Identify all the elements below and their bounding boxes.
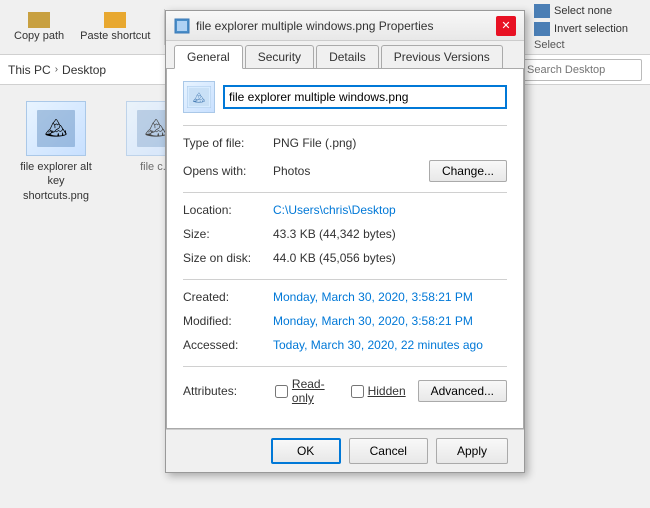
dialog-icon bbox=[174, 18, 190, 34]
file-name-input[interactable] bbox=[223, 85, 507, 109]
attributes-label: Attributes: bbox=[183, 384, 263, 398]
dialog-overlay: file explorer multiple windows.png Prope… bbox=[0, 0, 650, 508]
prop-row-accessed: Accessed: Today, March 30, 2020, 22 minu… bbox=[183, 338, 507, 356]
dialog-title: file explorer multiple windows.png Prope… bbox=[196, 19, 496, 33]
modified-label: Modified: bbox=[183, 314, 273, 332]
readonly-label: Read-only bbox=[292, 377, 339, 405]
size-value: 43.3 KB (44,342 bytes) bbox=[273, 227, 396, 245]
accessed-value: Today, March 30, 2020, 22 minutes ago bbox=[273, 338, 483, 356]
tab-previous-versions[interactable]: Previous Versions bbox=[381, 45, 503, 68]
dialog-close-button[interactable]: ✕ bbox=[496, 16, 516, 36]
tab-details[interactable]: Details bbox=[316, 45, 379, 68]
divider-3 bbox=[183, 279, 507, 280]
prop-row-size: Size: 43.3 KB (44,342 bytes) bbox=[183, 227, 507, 245]
readonly-checkbox[interactable] bbox=[275, 385, 288, 398]
size-on-disk-value: 44.0 KB (45,056 bytes) bbox=[273, 251, 396, 269]
dialog-titlebar: file explorer multiple windows.png Prope… bbox=[166, 11, 524, 41]
hidden-checkbox[interactable] bbox=[351, 385, 364, 398]
divider-2 bbox=[183, 192, 507, 193]
opens-with-label: Opens with: bbox=[183, 164, 273, 178]
type-value: PNG File (.png) bbox=[273, 136, 356, 154]
apply-button[interactable]: Apply bbox=[436, 438, 508, 464]
svg-text:🏔: 🏔 bbox=[193, 92, 206, 104]
prop-row-opens-with: Opens with: Photos Change... bbox=[183, 160, 507, 182]
location-value[interactable]: C:\Users\chris\Desktop bbox=[273, 203, 396, 221]
properties-dialog: file explorer multiple windows.png Prope… bbox=[165, 10, 525, 473]
dialog-tabs: General Security Details Previous Versio… bbox=[166, 41, 524, 69]
hidden-label: Hidden bbox=[368, 384, 406, 398]
advanced-button[interactable]: Advanced... bbox=[418, 380, 507, 402]
change-button[interactable]: Change... bbox=[429, 160, 507, 182]
prop-row-location: Location: C:\Users\chris\Desktop bbox=[183, 203, 507, 221]
file-header: 🏔 bbox=[183, 81, 507, 113]
size-label: Size: bbox=[183, 227, 273, 245]
attributes-row: Attributes: Read-only Hidden Advanced... bbox=[183, 377, 507, 405]
prop-row-size-on-disk: Size on disk: 44.0 KB (45,056 bytes) bbox=[183, 251, 507, 269]
prop-row-modified: Modified: Monday, March 30, 2020, 3:58:2… bbox=[183, 314, 507, 332]
type-label: Type of file: bbox=[183, 136, 273, 154]
accessed-label: Accessed: bbox=[183, 338, 273, 356]
size-on-disk-label: Size on disk: bbox=[183, 251, 273, 269]
hidden-checkbox-group[interactable]: Hidden bbox=[351, 384, 406, 398]
divider-4 bbox=[183, 366, 507, 367]
dialog-footer: OK Cancel Apply bbox=[166, 429, 524, 472]
opens-with-value: Photos bbox=[273, 164, 310, 178]
location-label: Location: bbox=[183, 203, 273, 221]
ok-button[interactable]: OK bbox=[271, 438, 341, 464]
file-header-icon: 🏔 bbox=[183, 81, 215, 113]
created-label: Created: bbox=[183, 290, 273, 308]
divider-1 bbox=[183, 125, 507, 126]
readonly-checkbox-group[interactable]: Read-only bbox=[275, 377, 339, 405]
created-value: Monday, March 30, 2020, 3:58:21 PM bbox=[273, 290, 473, 308]
modified-value: Monday, March 30, 2020, 3:58:21 PM bbox=[273, 314, 473, 332]
dialog-body: 🏔 Type of file: PNG File (.png) Opens wi… bbox=[166, 69, 524, 429]
tab-security[interactable]: Security bbox=[245, 45, 314, 68]
cancel-button[interactable]: Cancel bbox=[349, 438, 428, 464]
tab-general[interactable]: General bbox=[174, 45, 243, 69]
prop-row-type: Type of file: PNG File (.png) bbox=[183, 136, 507, 154]
prop-row-created: Created: Monday, March 30, 2020, 3:58:21… bbox=[183, 290, 507, 308]
